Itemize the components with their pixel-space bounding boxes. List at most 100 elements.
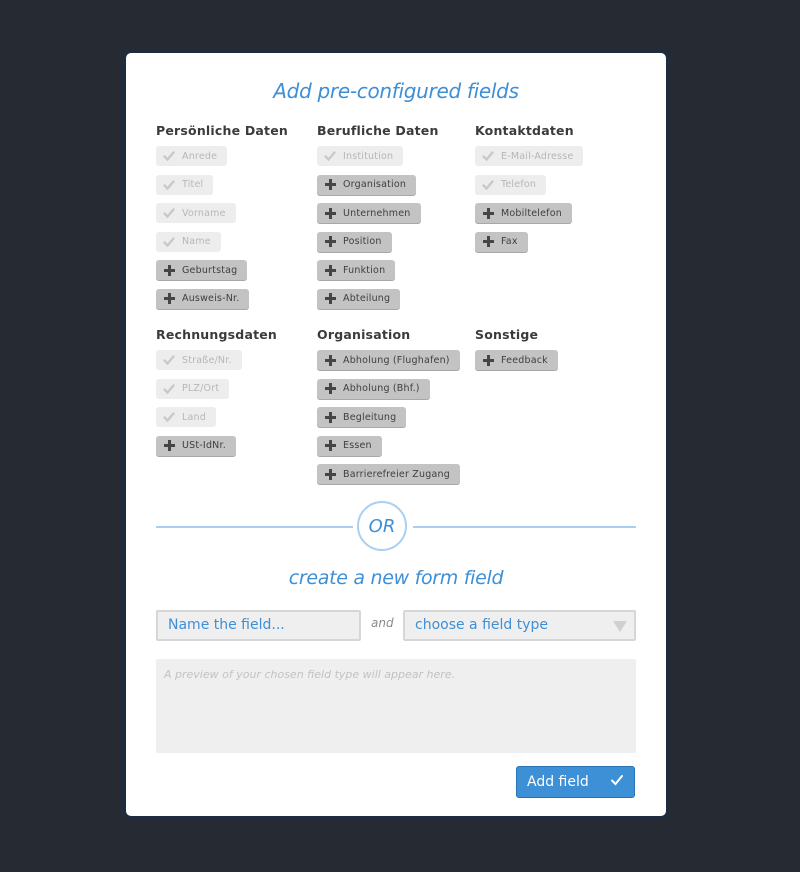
- chip-label: Unternehmen: [343, 207, 411, 219]
- chip-label: USt-IdNr.: [182, 440, 226, 451]
- plus-icon: [323, 178, 337, 192]
- checkmark-icon: [481, 178, 495, 192]
- preview-placeholder: A preview of your chosen field type will…: [164, 668, 456, 681]
- chip-label: Ausweis-Nr.: [182, 293, 240, 304]
- group-organisation: Organisation Abholung (Flughafen) Abholun…: [317, 328, 460, 493]
- chip-label: Institution: [343, 150, 394, 162]
- field-chip-added: Land: [156, 407, 216, 427]
- checkmark-icon: [162, 235, 176, 249]
- chip-label: Organisation: [343, 179, 407, 190]
- field-chip-added: Straße/Nr.: [156, 350, 242, 370]
- field-chip-available[interactable]: Abteilung: [317, 288, 401, 309]
- field-chip-added: Vorname: [156, 203, 236, 223]
- checkmark-icon: [162, 382, 176, 396]
- chip-label: Fax: [501, 236, 518, 247]
- plus-icon: [323, 410, 337, 424]
- field-chip-available[interactable]: Ausweis-Nr.: [156, 288, 250, 309]
- chip-label: Vorname: [182, 207, 226, 219]
- chip-label: Anrede: [182, 150, 218, 162]
- field-chip-added: PLZ/Ort: [156, 378, 230, 399]
- field-chip-added: E-Mail-Adresse: [475, 146, 584, 166]
- plus-icon: [481, 235, 495, 249]
- chip-label: Funktion: [343, 264, 386, 276]
- field-chip-available[interactable]: Mobiltelefon: [475, 203, 572, 223]
- checkmark-icon: [162, 206, 176, 220]
- field-chip-added: Institution: [317, 146, 404, 166]
- group-heading: Sonstige: [475, 327, 539, 342]
- group-heading: Persönliche Daten: [156, 123, 289, 138]
- plus-icon: [323, 206, 337, 220]
- group-heading: Kontaktdaten: [475, 123, 574, 138]
- chip-label: Straße/Nr.: [182, 354, 232, 366]
- field-chip-available[interactable]: Barrierefreier Zugang: [317, 464, 460, 484]
- field-type-selected: choose a field type: [415, 617, 549, 633]
- plus-icon: [481, 206, 495, 220]
- group-heading: Organisation: [317, 327, 411, 342]
- plus-icon: [481, 353, 495, 367]
- field-name-placeholder: Name the field...: [168, 617, 285, 633]
- section-title: Add pre-configured fields: [273, 79, 519, 103]
- create-field-title: create a new form field: [288, 567, 504, 589]
- field-chip-available[interactable]: Fax: [475, 231, 528, 252]
- field-chip-available[interactable]: Abholung (Bhf.): [317, 378, 430, 399]
- chip-label: Essen: [343, 440, 372, 451]
- group-kontaktdaten: Kontaktdaten E-Mail-Adresse Telefon Mobilt…: [475, 123, 584, 260]
- add-field-button[interactable]: Add field: [516, 766, 635, 798]
- plus-icon: [162, 263, 176, 277]
- chip-label: Mobiltelefon: [501, 207, 562, 219]
- chip-label: E-Mail-Adresse: [501, 150, 574, 162]
- group-sonstige: Sonstige Feedback: [475, 328, 558, 379]
- plus-icon: [162, 439, 176, 453]
- plus-icon: [323, 467, 337, 481]
- chip-label: Telefon: [501, 179, 537, 190]
- field-chip-available[interactable]: Unternehmen: [317, 203, 421, 223]
- chip-label: Geburtstag: [182, 264, 238, 276]
- field-chip-added: Anrede: [156, 146, 228, 166]
- chip-label: Feedback: [501, 354, 548, 366]
- chip-label: PLZ/Ort: [182, 383, 220, 394]
- chip-label: Position: [343, 236, 382, 247]
- plus-icon: [323, 382, 337, 396]
- field-chip-available[interactable]: Organisation: [317, 174, 417, 195]
- plus-icon: [323, 353, 337, 367]
- checkmark-icon: [610, 773, 624, 791]
- checkmark-icon: [162, 149, 176, 163]
- field-chip-available[interactable]: Essen: [317, 435, 382, 456]
- field-name-input[interactable]: Name the field...: [156, 610, 361, 641]
- field-chip-available[interactable]: Position: [317, 231, 392, 252]
- field-chip-available[interactable]: Geburtstag: [156, 260, 248, 280]
- field-chip-available[interactable]: Feedback: [475, 350, 558, 370]
- checkmark-icon: [323, 149, 337, 163]
- divider-left: [156, 526, 353, 528]
- field-preview-area: A preview of your chosen field type will…: [156, 659, 636, 753]
- chip-label: Land: [182, 411, 206, 423]
- and-label: and: [371, 616, 394, 630]
- field-chip-available[interactable]: Funktion: [317, 260, 396, 280]
- field-chip-available[interactable]: Abholung (Flughafen): [317, 350, 460, 370]
- plus-icon: [323, 292, 337, 306]
- checkmark-icon: [162, 410, 176, 424]
- plus-icon: [323, 439, 337, 453]
- chip-label: Titel: [182, 179, 204, 190]
- group-persoenliche-daten: Persönliche Daten Anrede Titel Vorname Name…: [156, 124, 288, 317]
- chip-label: Begleitung: [343, 411, 397, 423]
- chip-label: Abholung (Bhf.): [343, 383, 420, 394]
- field-chip-available[interactable]: USt-IdNr.: [156, 435, 236, 456]
- field-type-select[interactable]: choose a field type: [403, 610, 636, 641]
- plus-icon: [162, 292, 176, 306]
- chip-label: Name: [182, 236, 211, 247]
- divider-right: [413, 526, 636, 528]
- checkmark-icon: [162, 178, 176, 192]
- or-badge: OR: [357, 501, 407, 551]
- add-field-label: Add field: [527, 774, 589, 790]
- plus-icon: [323, 235, 337, 249]
- group-rechnungsdaten: Rechnungsdaten Straße/Nr. PLZ/Ort Land USt-…: [156, 328, 277, 464]
- group-berufliche-daten: Berufliche Daten Institution Organisation…: [317, 124, 439, 317]
- dropdown-arrow-icon: [613, 621, 627, 632]
- plus-icon: [323, 263, 337, 277]
- field-chip-added: Telefon: [475, 174, 547, 195]
- group-heading: Berufliche Daten: [317, 123, 439, 138]
- chip-label: Abholung (Flughafen): [343, 354, 450, 366]
- field-chip-available[interactable]: Begleitung: [317, 407, 407, 427]
- field-chip-added: Titel: [156, 174, 214, 195]
